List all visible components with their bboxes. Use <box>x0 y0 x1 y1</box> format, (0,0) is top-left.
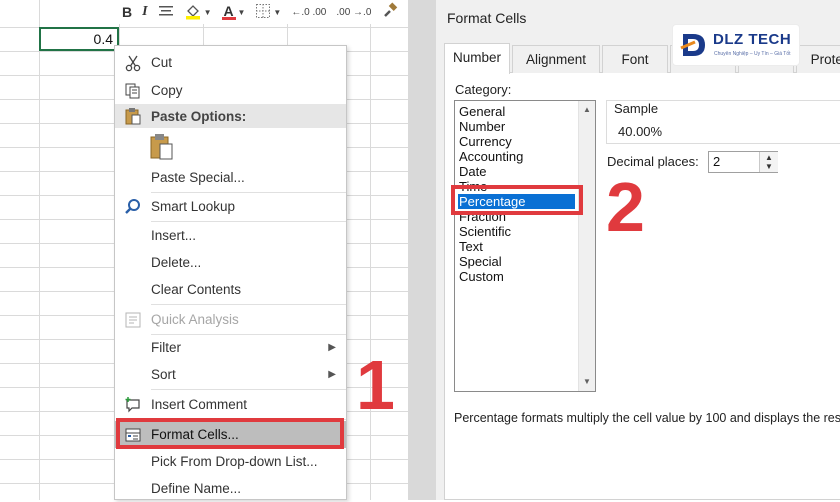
copy-icon <box>115 82 151 100</box>
menu-item-label: Paste Options: <box>151 108 247 124</box>
step-number-1: 1 <box>356 346 395 424</box>
image-divider <box>408 0 436 500</box>
menu-item-insert-comment[interactable]: Insert Comment <box>115 391 346 418</box>
menu-item-label: Pick From Drop-down List... <box>151 454 318 469</box>
menu-header-paste-options: Paste Options: <box>115 104 346 128</box>
logo-text: DLZ TECH <box>713 31 792 48</box>
menu-item-pick-from-list[interactable]: Pick From Drop-down List... <box>115 448 346 475</box>
chevron-down-icon[interactable]: ▼ <box>238 8 246 17</box>
menu-item-filter[interactable]: Filter ▶ <box>115 334 346 361</box>
spin-down-icon[interactable]: ▼ <box>765 162 773 171</box>
increase-decimal-button[interactable]: ←.0 .00 <box>291 7 326 18</box>
category-item[interactable]: Currency <box>458 134 512 149</box>
scroll-up-icon[interactable]: ▲ <box>583 105 591 114</box>
menu-item-label: Clear Contents <box>151 282 242 297</box>
tab-font[interactable]: Font <box>602 45 668 73</box>
tab-protection[interactable]: Protection <box>796 45 840 73</box>
chevron-right-icon: ▶ <box>328 369 336 380</box>
menu-item-quick-analysis: Quick Analysis <box>115 306 346 333</box>
chevron-right-icon: ▶ <box>328 342 336 353</box>
category-item[interactable]: Scientific <box>458 224 511 239</box>
highlight-box-percentage <box>451 185 583 215</box>
sample-label: Sample <box>612 101 661 116</box>
search-icon <box>115 198 151 216</box>
category-item[interactable]: General <box>458 104 505 119</box>
category-list[interactable]: General Number Currency Accounting Date … <box>454 100 596 392</box>
format-painter-icon[interactable] <box>381 1 399 23</box>
tab-alignment[interactable]: Alignment <box>512 45 600 73</box>
spin-up-icon[interactable]: ▲ <box>765 153 773 162</box>
menu-separator <box>151 304 346 305</box>
font-color-icon[interactable]: A <box>221 2 236 22</box>
menu-item-paste-special[interactable]: Paste Special... <box>115 164 346 191</box>
comment-icon <box>115 396 151 414</box>
highlight-box-format-cells <box>116 418 344 449</box>
menu-item-label: Filter <box>151 340 181 355</box>
logo-tagline: Chuyên Nghiệp – Uy Tín – Giá Tốt <box>714 51 791 57</box>
menu-item-label: Cut <box>151 55 173 70</box>
paste-clipboard-icon[interactable] <box>149 133 175 164</box>
scroll-down-icon[interactable]: ▼ <box>583 377 591 386</box>
italic-button[interactable]: I <box>142 0 147 24</box>
menu-item-clear-contents[interactable]: Clear Contents <box>115 276 346 303</box>
format-description: Percentage formats multiply the cell val… <box>454 411 840 425</box>
menu-item-label: Copy <box>151 83 183 98</box>
menu-item-smart-lookup[interactable]: Smart Lookup <box>115 193 346 220</box>
align-center-icon[interactable] <box>158 4 174 21</box>
category-item[interactable]: Custom <box>458 269 504 284</box>
chevron-down-icon[interactable]: ▼ <box>273 8 281 17</box>
fill-color-icon[interactable] <box>184 2 202 23</box>
borders-icon[interactable] <box>255 3 271 22</box>
dlz-tech-logo: DLZ TECH Chuyên Nghiệp – Uy Tín – Giá Tố… <box>672 24 800 66</box>
quick-analysis-icon <box>115 311 151 329</box>
decimal-places-label: Decimal places: <box>607 154 699 169</box>
menu-item-insert[interactable]: Insert... <box>115 222 346 249</box>
menu-separator <box>151 389 346 390</box>
category-item[interactable]: Accounting <box>458 149 523 164</box>
scissors-icon <box>115 54 151 72</box>
decrease-decimal-button[interactable]: .00 →.0 <box>336 7 371 18</box>
menu-item-label: Quick Analysis <box>151 312 239 327</box>
menu-item-define-name[interactable]: Define Name... <box>115 475 346 502</box>
step-number-2: 2 <box>606 168 645 246</box>
dialog-title: Format Cells <box>447 10 527 26</box>
category-item[interactable]: Date <box>458 164 486 179</box>
menu-item-label: Delete... <box>151 255 202 270</box>
decimal-places-spinner[interactable]: ▲ ▼ <box>759 152 778 172</box>
menu-item-label: Paste Special... <box>151 170 245 185</box>
font-color-swatch <box>221 17 236 20</box>
paste-icon <box>115 107 151 125</box>
chevron-down-icon[interactable]: ▼ <box>204 8 212 17</box>
menu-item-cut[interactable]: Cut <box>115 49 346 76</box>
menu-item-copy[interactable]: Copy <box>115 77 346 104</box>
category-item[interactable]: Special <box>458 254 502 269</box>
logo-mark-icon <box>680 34 705 56</box>
menu-item-label: Smart Lookup <box>151 199 236 214</box>
menu-item-label: Define Name... <box>151 481 242 496</box>
sample-value: 40.00% <box>618 124 663 139</box>
mini-toolbar: B I ▼ A ▼ ▼ ←.0 .00 .00 →.0 <box>112 0 408 24</box>
menu-item-delete[interactable]: Delete... <box>115 249 346 276</box>
active-cell[interactable]: 0.4 <box>39 27 119 51</box>
category-item[interactable]: Text <box>458 239 483 254</box>
category-item[interactable]: Number <box>458 119 505 134</box>
menu-item-label: Insert Comment <box>151 397 248 412</box>
format-cells-dialog: Format Cells Number Alignment Font Borde… <box>436 0 840 500</box>
menu-item-label: Insert... <box>151 228 197 243</box>
menu-item-paste-default[interactable] <box>115 132 346 164</box>
menu-item-sort[interactable]: Sort ▶ <box>115 361 346 388</box>
decimal-places-value[interactable]: 2 <box>713 154 720 169</box>
tab-number[interactable]: Number <box>444 43 510 74</box>
category-scrollbar[interactable]: ▲ ▼ <box>578 101 595 391</box>
menu-item-label: Sort <box>151 367 176 382</box>
bold-button[interactable]: B <box>122 0 132 24</box>
category-label: Category: <box>455 82 512 97</box>
